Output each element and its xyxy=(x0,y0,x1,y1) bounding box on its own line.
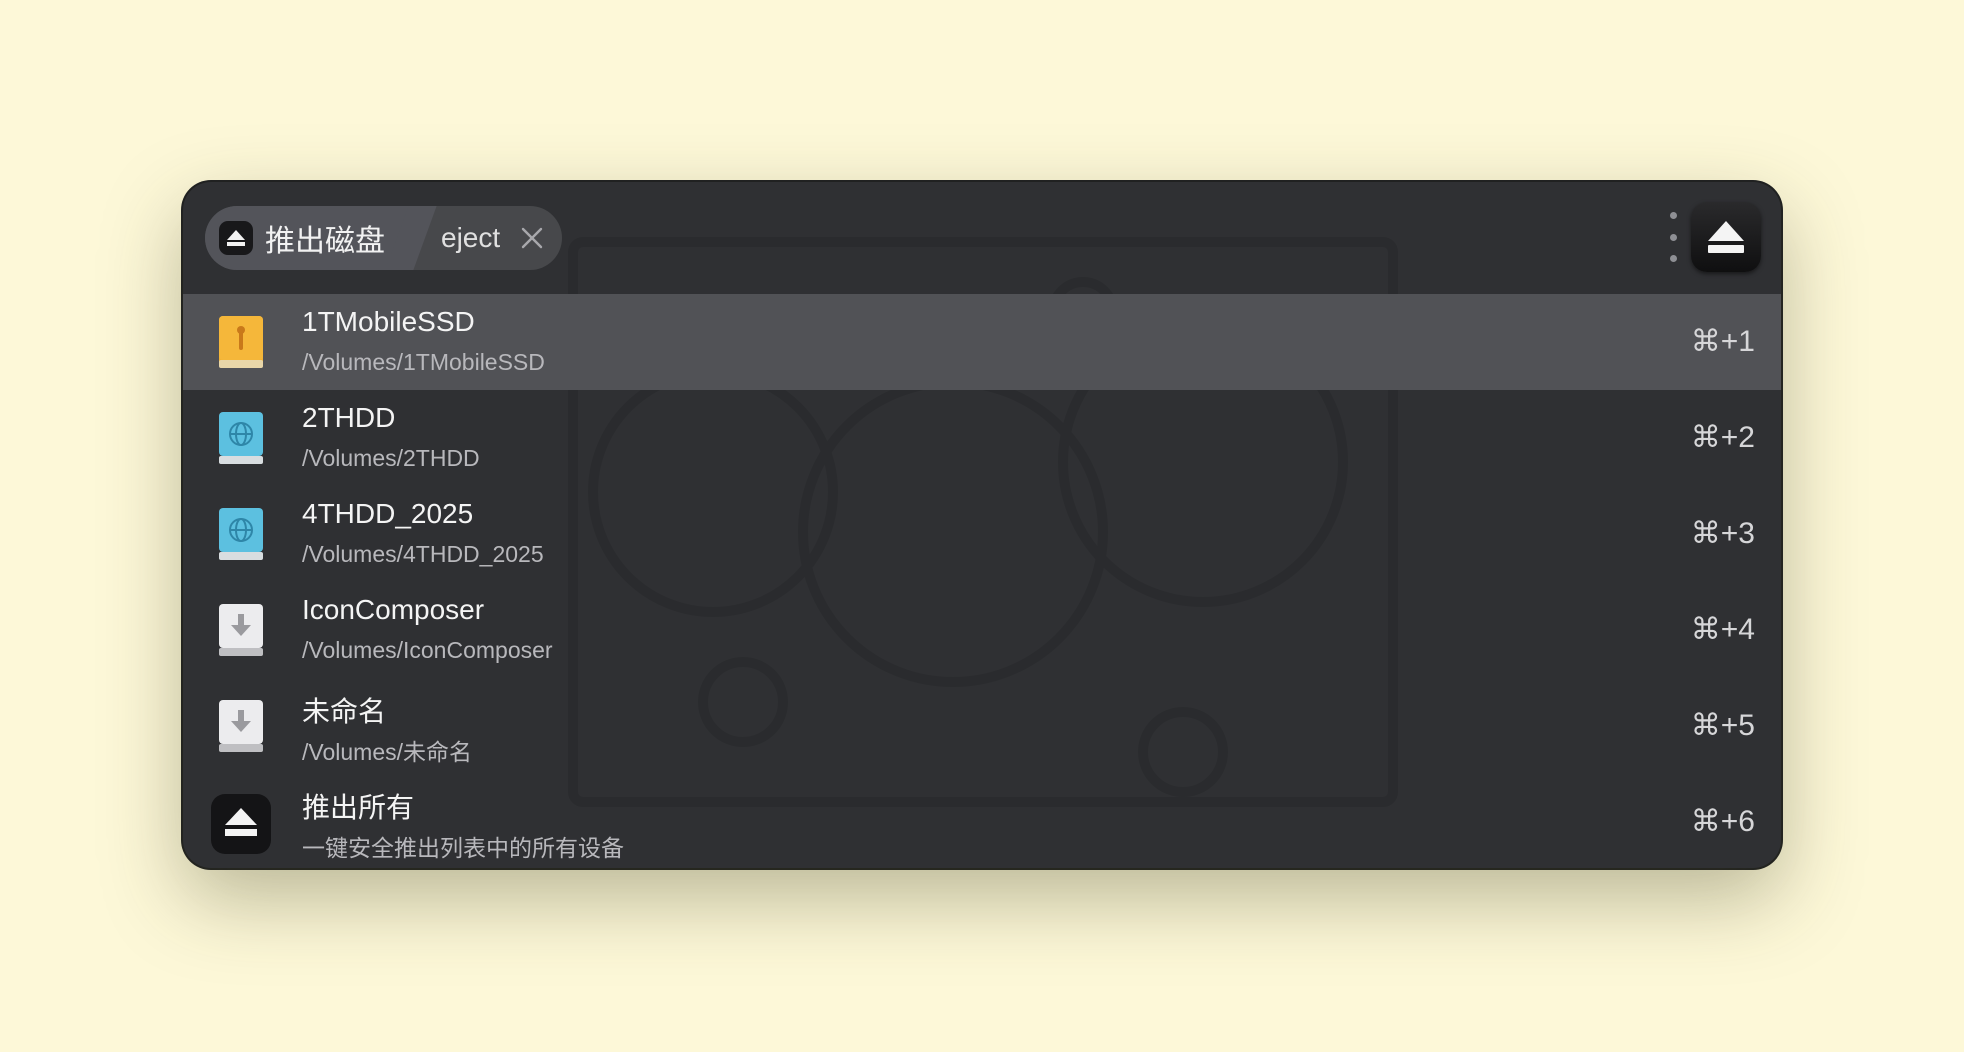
eject-icon xyxy=(209,792,271,854)
item-path: /Volumes/2THDD xyxy=(302,445,480,471)
item-shortcut: ⌘+5 xyxy=(1690,709,1755,742)
search-pill: 推出磁盘 eject xyxy=(205,206,563,270)
item-path: /Volumes/4THDD_2025 xyxy=(302,541,544,567)
item-shortcut: ⌘+2 xyxy=(1690,421,1755,454)
list-item[interactable]: 1TMobileSSD /Volumes/1TMobileSSD ⌘+1 xyxy=(183,294,1781,390)
more-options-icon[interactable] xyxy=(1663,212,1683,262)
item-title: 未命名 xyxy=(302,696,387,727)
orange-drive-icon xyxy=(209,312,269,372)
list-item[interactable]: 2THDD /Volumes/2THDD ⌘+2 xyxy=(183,390,1781,486)
item-title: IconComposer xyxy=(302,594,485,625)
item-title: 4THDD_2025 xyxy=(302,498,474,529)
item-path: 一键安全推出列表中的所有设备 xyxy=(302,835,624,861)
network-drive-icon xyxy=(209,408,269,468)
item-title: 2THDD xyxy=(302,402,396,433)
results-list: 1TMobileSSD /Volumes/1TMobileSSD ⌘+1 2TH… xyxy=(183,294,1781,868)
item-title: 1TMobileSSD xyxy=(302,306,475,337)
disk-image-icon xyxy=(209,600,269,660)
item-path: /Volumes/未命名 xyxy=(302,739,472,765)
item-shortcut: ⌘+4 xyxy=(1690,613,1755,646)
eject-icon xyxy=(219,221,253,255)
list-item[interactable]: 未命名 /Volumes/未命名 ⌘+5 xyxy=(183,678,1781,774)
list-item[interactable]: 4THDD_2025 /Volumes/4THDD_2025 ⌘+3 xyxy=(183,486,1781,582)
item-path: /Volumes/1TMobileSSD xyxy=(302,349,545,375)
launcher-window: 推出磁盘 eject 1TMobileSSD /Volumes/1TMobile… xyxy=(183,182,1781,868)
search-bar: 推出磁盘 eject xyxy=(183,182,1781,294)
command-chip[interactable]: 推出磁盘 xyxy=(205,206,411,270)
list-item[interactable]: 推出所有 一键安全推出列表中的所有设备 ⌘+6 xyxy=(183,774,1781,868)
item-shortcut: ⌘+1 xyxy=(1690,325,1755,358)
item-shortcut: ⌘+6 xyxy=(1690,805,1755,838)
list-item[interactable]: IconComposer /Volumes/IconComposer ⌘+4 xyxy=(183,582,1781,678)
item-shortcut: ⌘+3 xyxy=(1690,517,1755,550)
command-label: 推出磁盘 xyxy=(265,225,385,258)
eject-app-icon[interactable] xyxy=(1691,202,1761,272)
item-path: /Volumes/IconComposer xyxy=(302,637,553,663)
item-title: 推出所有 xyxy=(302,792,415,823)
network-drive-icon xyxy=(209,504,269,564)
disk-image-icon xyxy=(209,696,269,756)
query-chip[interactable]: eject xyxy=(411,206,562,270)
search-query[interactable]: eject xyxy=(441,222,500,254)
close-icon[interactable] xyxy=(518,224,546,252)
